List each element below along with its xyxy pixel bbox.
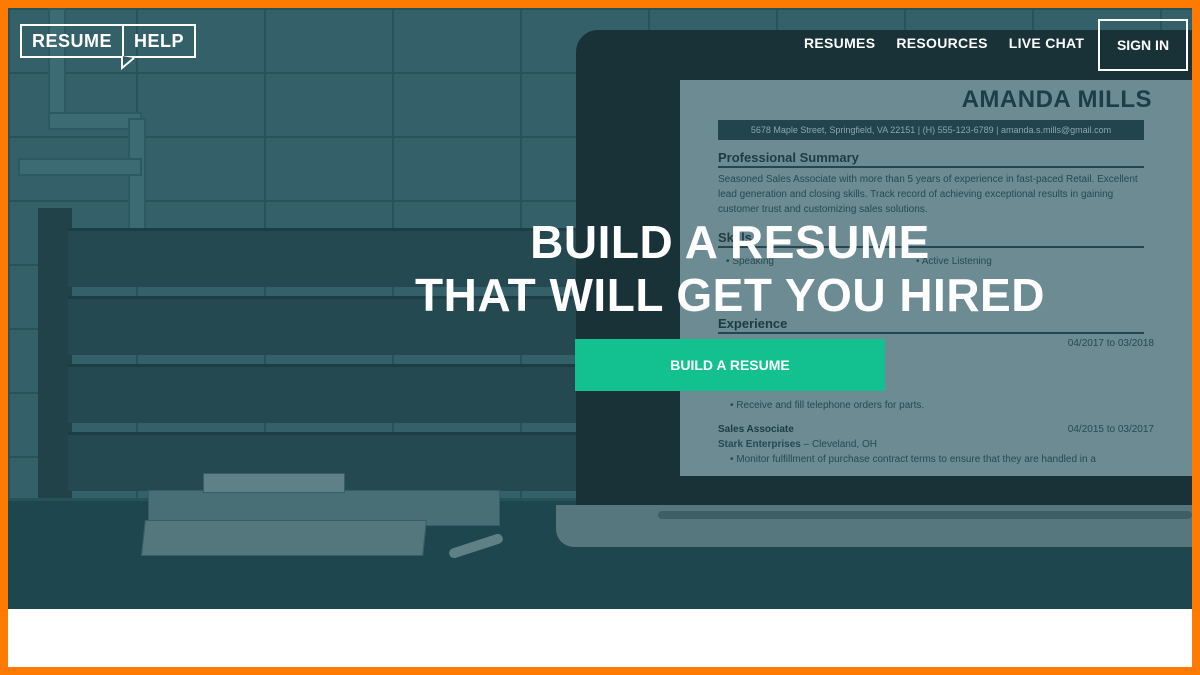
logo-text-resume: RESUME: [20, 24, 125, 58]
nav-resources[interactable]: RESOURCES: [896, 35, 987, 51]
hero-section: AMANDA MILLS 5678 Maple Street, Springfi…: [8, 8, 1192, 609]
build-resume-button[interactable]: BUILD A RESUME: [575, 339, 885, 391]
logo-speech-tail-icon: [121, 56, 135, 70]
main-nav: RESUMES RESOURCES LIVE CHAT: [804, 35, 1105, 51]
nav-resumes[interactable]: RESUMES: [804, 35, 875, 51]
nav-live-chat[interactable]: LIVE CHAT: [1009, 35, 1085, 51]
hero-headline-line1: BUILD A RESUME: [530, 216, 930, 268]
sign-in-button[interactable]: SIGN IN: [1098, 19, 1188, 71]
hero-headline-line2: THAT WILL GET YOU HIRED: [415, 269, 1045, 321]
site-logo[interactable]: RESUME HELP: [20, 24, 197, 70]
page-frame: AMANDA MILLS 5678 Maple Street, Springfi…: [8, 8, 1192, 667]
logo-text-help: HELP: [124, 24, 197, 58]
hero-headline: BUILD A RESUME THAT WILL GET YOU HIRED: [308, 216, 1152, 322]
